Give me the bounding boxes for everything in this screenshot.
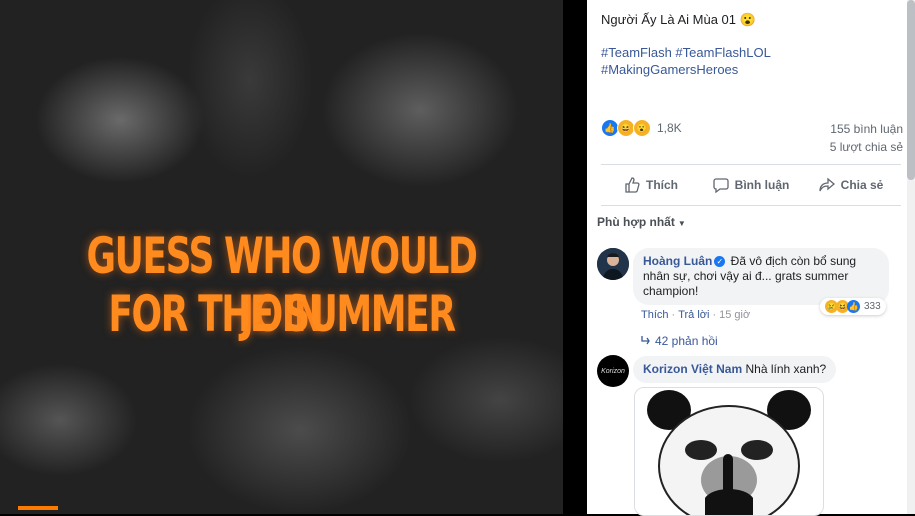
comment-label: Bình luận bbox=[734, 178, 790, 192]
comment-actions: Thích · Trả lời · 15 giờ bbox=[641, 309, 751, 321]
sort-label: Phù hợp nhất bbox=[597, 215, 675, 229]
divider bbox=[601, 164, 901, 165]
comment-text: Nhà lính xanh? bbox=[745, 362, 827, 376]
action-bar: Thích Bình luận Chia sẻ bbox=[601, 170, 901, 200]
comment-bubble: Hoàng Luân ✓ Đã vô địch còn bổ sung nhân … bbox=[633, 248, 889, 305]
sort-dropdown[interactable]: Phù hợp nhất ▼ bbox=[597, 215, 686, 229]
view-replies-link[interactable]: 42 phản hồi bbox=[641, 334, 718, 348]
video-progress-bar[interactable] bbox=[18, 506, 58, 510]
comments-count[interactable]: 155 bình luận bbox=[830, 122, 903, 136]
avatar-text: Korizon bbox=[601, 367, 625, 375]
reaction-summary[interactable]: 👍 😆 😮 1,8K bbox=[601, 119, 682, 137]
panda-meme-image bbox=[635, 388, 823, 515]
replies-count: 42 phản hồi bbox=[655, 334, 718, 348]
comment-sticker-image[interactable] bbox=[634, 387, 824, 516]
comment-like-link[interactable]: Thích bbox=[641, 309, 669, 321]
comment-author[interactable]: Hoàng Luân bbox=[643, 254, 712, 268]
like-icon: 👍 bbox=[847, 300, 860, 313]
like-label: Thích bbox=[646, 178, 678, 192]
hashtag-line[interactable]: #MakingGamersHeroes bbox=[601, 62, 738, 77]
scrollbar[interactable] bbox=[907, 0, 915, 514]
comment-bubble: Korizon Việt Nam Nhà lính xanh? bbox=[633, 356, 837, 383]
reaction-count: 1,8K bbox=[657, 121, 682, 135]
share-label: Chia sẻ bbox=[840, 178, 884, 192]
comment-icon bbox=[713, 178, 729, 193]
divider bbox=[601, 205, 901, 206]
comment-time[interactable]: 15 giờ bbox=[719, 309, 750, 321]
hashtag-line[interactable]: #TeamFlash #TeamFlashLOL bbox=[601, 45, 771, 60]
share-icon bbox=[819, 177, 835, 192]
avatar[interactable]: Korizon bbox=[597, 355, 629, 387]
avatar[interactable] bbox=[597, 248, 629, 280]
like-button[interactable]: Thích bbox=[601, 170, 701, 200]
post-sidebar: Người Ấy Là Ai Mùa 01 😮 #TeamFlash #Team… bbox=[587, 0, 907, 516]
reply-arrow-icon bbox=[641, 336, 650, 345]
video-headline-line2: FOR THE SUMMER bbox=[108, 285, 456, 343]
verified-badge-icon: ✓ bbox=[714, 256, 726, 268]
comment-reply-link[interactable]: Trả lời bbox=[678, 309, 709, 321]
thumbs-up-icon bbox=[625, 177, 640, 193]
comment-reactions[interactable]: 😢 😆 👍 333 bbox=[820, 298, 886, 315]
post-title: Người Ấy Là Ai Mùa 01 😮 bbox=[601, 12, 756, 27]
comment-button[interactable]: Bình luận bbox=[701, 170, 801, 200]
video-area[interactable]: GUESS WHO WOULD JOIN FOR THE SUMMER bbox=[0, 0, 587, 514]
person-avatar-icon bbox=[597, 248, 629, 280]
share-button[interactable]: Chia sẻ bbox=[801, 170, 901, 200]
caret-down-icon: ▼ bbox=[677, 219, 686, 228]
shares-count[interactable]: 5 lượt chia sẻ bbox=[830, 140, 903, 154]
scrollbar-thumb[interactable] bbox=[907, 0, 915, 180]
comment-reaction-count: 333 bbox=[864, 301, 881, 312]
wow-icon: 😮 bbox=[633, 119, 651, 137]
comment-author[interactable]: Korizon Việt Nam bbox=[643, 362, 742, 376]
